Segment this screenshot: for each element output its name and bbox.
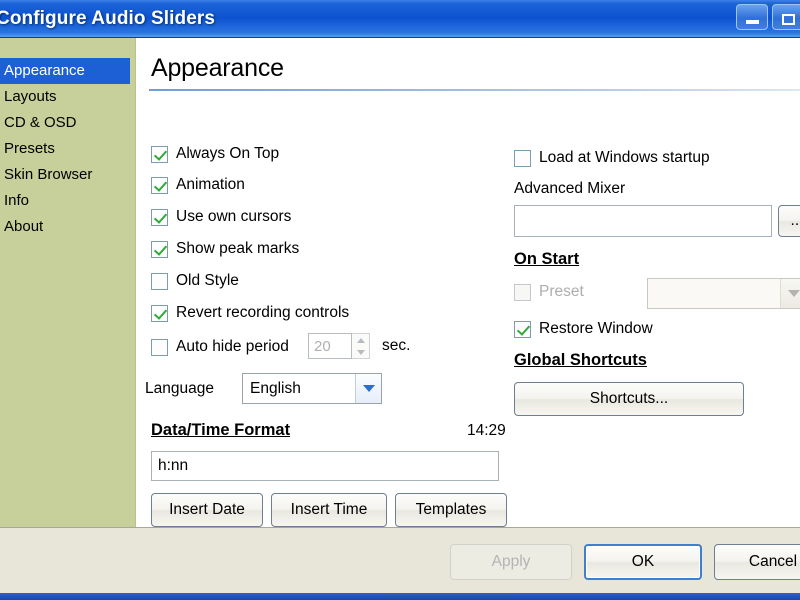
- dialog-window: Configure Audio Sliders Appearance Layou…: [0, 0, 800, 600]
- global-shortcuts-heading: Global Shortcuts: [514, 351, 647, 369]
- checkbox-label: Auto hide period: [176, 338, 289, 355]
- taskbar-strip: [0, 593, 800, 600]
- stepper-arrows[interactable]: [352, 333, 370, 359]
- checkbox-use-own-cursors[interactable]: Use own cursors: [151, 208, 291, 226]
- apply-button[interactable]: Apply: [450, 544, 572, 580]
- checkbox-box-icon: [514, 283, 531, 301]
- checkbox-restore-window[interactable]: Restore Window: [514, 320, 653, 338]
- sidebar-item-label: Layouts: [4, 88, 57, 105]
- checkbox-label: Load at Windows startup: [539, 149, 710, 166]
- insert-date-button[interactable]: Insert Date: [151, 493, 263, 527]
- checkbox-label: Revert recording controls: [176, 304, 350, 321]
- sidebar-item-info[interactable]: Info: [0, 188, 135, 214]
- sidebar-item-cd-osd[interactable]: CD & OSD: [0, 110, 135, 136]
- content-panel: Appearance Always On Top Animation Use o…: [137, 38, 800, 527]
- sidebar-item-skin-browser[interactable]: Skin Browser: [0, 162, 135, 188]
- checkbox-animation[interactable]: Animation: [151, 176, 245, 194]
- stepper-down-icon[interactable]: [356, 349, 365, 355]
- minimize-button[interactable]: [736, 4, 768, 30]
- checkbox-label: Use own cursors: [176, 208, 292, 225]
- chevron-down-icon[interactable]: [780, 279, 800, 308]
- sidebar-item-label: CD & OSD: [4, 114, 77, 131]
- language-select[interactable]: English: [242, 373, 382, 404]
- checkbox-box-icon: [151, 208, 168, 226]
- sidebar-item-label: Info: [4, 192, 30, 209]
- sidebar-item-presets[interactable]: Presets: [0, 136, 135, 162]
- page-title: Appearance: [151, 54, 284, 82]
- preset-select[interactable]: [647, 278, 800, 309]
- checkbox-always-on-top[interactable]: Always On Top: [151, 145, 279, 163]
- checkbox-old-style[interactable]: Old Style: [151, 272, 239, 290]
- checkbox-box-icon: [151, 338, 168, 356]
- sidebar: Appearance Layouts CD & OSD Presets Skin…: [0, 38, 136, 527]
- stepper-up-icon[interactable]: [356, 337, 365, 343]
- window-controls: [736, 4, 800, 30]
- language-label: Language: [145, 380, 214, 397]
- advanced-mixer-input[interactable]: [514, 205, 772, 237]
- auto-hide-period-value[interactable]: 20: [308, 333, 352, 359]
- title-bar: Configure Audio Sliders: [0, 0, 800, 38]
- checkbox-label: Old Style: [176, 272, 239, 289]
- advanced-mixer-browse-button[interactable]: ...: [778, 205, 800, 237]
- ok-button[interactable]: OK: [584, 544, 702, 580]
- checkbox-preset[interactable]: Preset: [514, 283, 584, 301]
- cancel-button[interactable]: Cancel: [714, 544, 800, 580]
- sidebar-item-label: About: [4, 218, 44, 235]
- checkbox-box-icon: [151, 176, 168, 194]
- sidebar-item-layouts[interactable]: Layouts: [0, 84, 135, 110]
- checkbox-auto-hide-period[interactable]: Auto hide period: [151, 338, 289, 356]
- dialog-footer: Apply OK Cancel: [0, 527, 800, 593]
- sidebar-item-label: Skin Browser: [4, 166, 93, 183]
- time-preview: 14:29: [467, 422, 506, 439]
- title-divider: [149, 89, 800, 91]
- checkbox-load-at-windows-startup[interactable]: Load at Windows startup: [514, 149, 710, 167]
- checkbox-label: Show peak marks: [176, 240, 300, 257]
- checkbox-box-icon: [151, 145, 168, 163]
- templates-button[interactable]: Templates: [395, 493, 507, 527]
- checkbox-box-icon: [514, 320, 531, 338]
- checkbox-show-peak-marks[interactable]: Show peak marks: [151, 240, 299, 258]
- checkbox-revert-recording-controls[interactable]: Revert recording controls: [151, 304, 349, 322]
- auto-hide-period-stepper[interactable]: 20 sec.: [308, 333, 410, 359]
- checkbox-box-icon: [151, 240, 168, 258]
- sidebar-item-label: Presets: [4, 140, 55, 157]
- datetime-format-heading: Data/Time Format: [151, 421, 291, 439]
- sidebar-item-label: Appearance: [4, 62, 85, 79]
- advanced-mixer-label: Advanced Mixer: [514, 180, 626, 197]
- checkbox-box-icon: [151, 304, 168, 322]
- on-start-heading: On Start: [514, 250, 580, 268]
- checkbox-label: Restore Window: [539, 320, 653, 337]
- window-title: Configure Audio Sliders: [0, 7, 216, 29]
- maximize-button[interactable]: [772, 4, 800, 30]
- chevron-down-icon[interactable]: [355, 374, 381, 403]
- checkbox-label: Always On Top: [176, 145, 280, 162]
- checkbox-label: Preset: [539, 283, 584, 300]
- datetime-format-input[interactable]: h:nn: [151, 451, 499, 481]
- sidebar-item-about[interactable]: About: [0, 214, 135, 240]
- language-selected-value: English: [250, 379, 301, 397]
- insert-time-button[interactable]: Insert Time: [271, 493, 387, 527]
- checkbox-box-icon: [514, 149, 531, 167]
- minimize-icon: [745, 20, 759, 24]
- sidebar-item-appearance[interactable]: Appearance: [0, 58, 130, 84]
- shortcuts-button[interactable]: Shortcuts...: [514, 382, 744, 416]
- auto-hide-unit-label: sec.: [382, 337, 411, 354]
- maximize-icon: [781, 14, 795, 25]
- checkbox-box-icon: [151, 272, 168, 290]
- checkbox-label: Animation: [176, 176, 245, 193]
